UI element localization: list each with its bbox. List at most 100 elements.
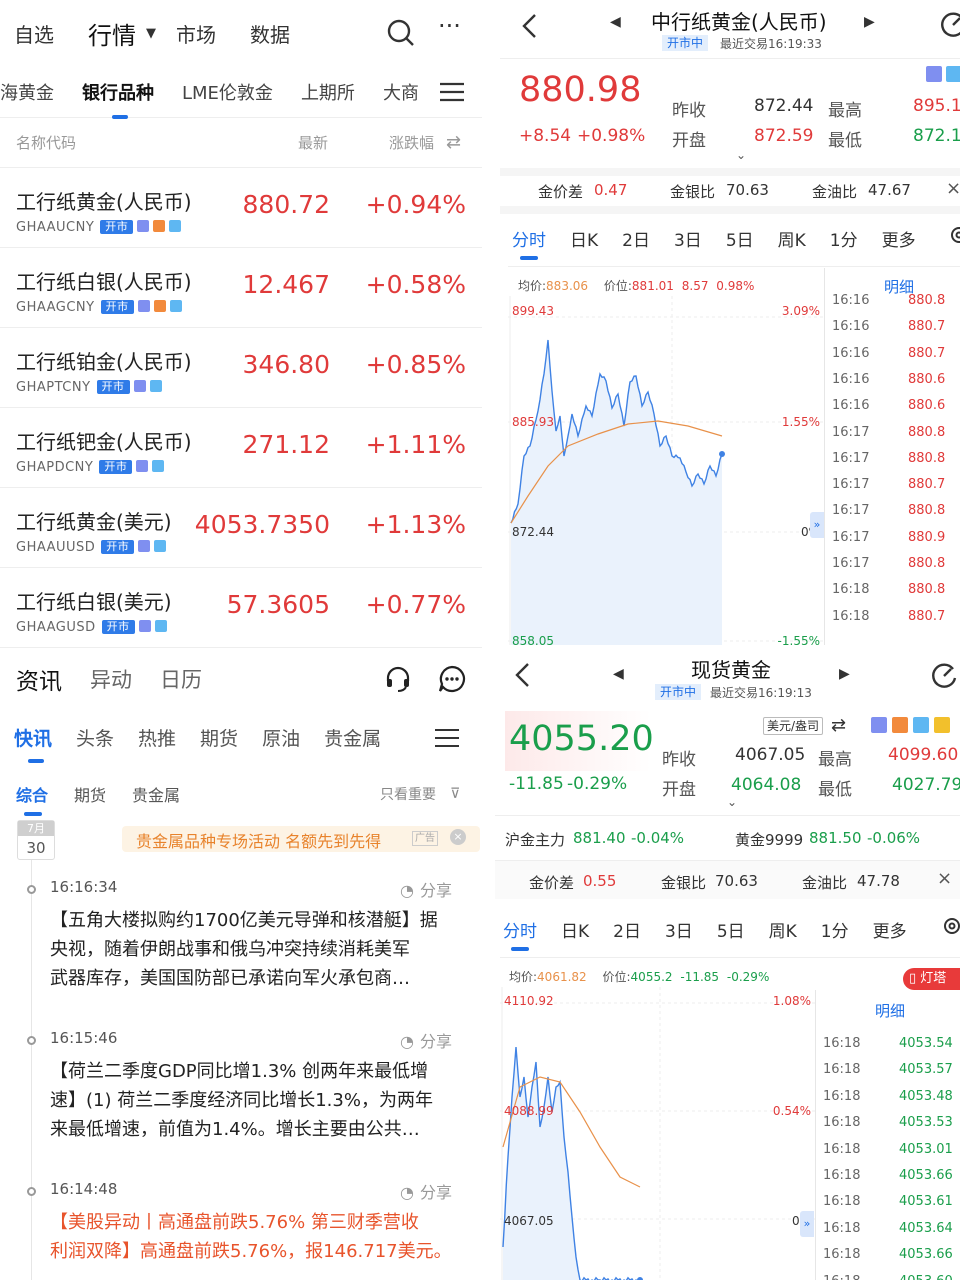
tab-movers[interactable]: 异动 (90, 664, 132, 694)
sub-tab[interactable]: 期货 (74, 782, 106, 806)
news-body[interactable]: 【荷兰二季度GDP同比增1.3% 创两年来最低增 速】(1) 荷兰二季度经济同比增… (50, 1057, 460, 1144)
quote-row[interactable]: 工行纸黄金(人民币) GHAAUCNY 开市 880.72 +0.94% (0, 168, 482, 248)
flash-tab[interactable]: 期货 (200, 724, 238, 751)
quote-row[interactable]: 工行纸钯金(人民币) GHAPDCNY 开市 271.12 +1.11% (0, 408, 482, 488)
expand-side-icon[interactable]: » (810, 512, 824, 538)
related-label[interactable]: 沪金主力 (505, 829, 565, 850)
cat-tab[interactable]: 海黄金 (0, 79, 54, 105)
col-latest[interactable]: 最新 (298, 132, 328, 153)
flash-tab-active[interactable]: 快讯 (14, 724, 52, 763)
important-only-toggle[interactable]: 只看重要 (380, 784, 436, 804)
chart-tab[interactable]: 1分 (830, 226, 858, 251)
expand-side-icon[interactable]: » (800, 1211, 814, 1237)
chart-tab[interactable]: 3日 (665, 917, 693, 942)
next-icon[interactable]: ▶ (864, 14, 875, 30)
cat-tab[interactable]: 大商 (383, 79, 419, 105)
col-change[interactable]: 涨跌幅 (389, 132, 434, 153)
intraday-chart[interactable]: 899.433.09%885.931.55%872.440%858.05-1.5… (508, 296, 824, 645)
cat-tab[interactable]: 上期所 (301, 79, 355, 105)
flash-tab[interactable]: 原油 (262, 724, 300, 751)
chart-tab[interactable]: 2日 (613, 917, 641, 942)
indicator-icon[interactable] (871, 717, 887, 733)
chart-tab[interactable]: 周K (778, 226, 806, 251)
quote-row[interactable]: 工行纸白银(人民币) GHAAGCNY 开市 12.467 +0.58% (0, 248, 482, 328)
swap-icon[interactable]: ⇄ (446, 132, 461, 153)
sub-tab-active[interactable]: 综合 (16, 782, 48, 816)
chart-tab[interactable]: 5日 (726, 226, 754, 251)
intraday-chart[interactable]: 4110.921.08%4088.990.54%4067.050% (500, 987, 815, 1280)
menu-icon[interactable] (438, 80, 466, 104)
sub-tab[interactable]: 贵金属 (132, 782, 180, 806)
detail-title[interactable]: 明细 (875, 1000, 905, 1021)
chart-tab-active[interactable]: 分时 (512, 226, 546, 260)
expand-icon[interactable]: ⌄ (727, 795, 737, 809)
expand-icon[interactable]: ⌄ (736, 148, 746, 162)
chart-tab[interactable]: 2日 (622, 226, 650, 251)
search-icon[interactable] (386, 18, 416, 48)
quote-row[interactable]: 工行纸黄金(美元) GHAAUUSD 开市 4053.7350 +1.13% (0, 488, 482, 568)
filter-icon[interactable]: ⊽ (450, 786, 460, 802)
unit-selector[interactable]: 美元/盎司 (763, 717, 824, 735)
flash-tab[interactable]: 头条 (76, 724, 114, 751)
related-label[interactable]: 黄金9999 (735, 829, 803, 850)
detail-price: 4053.66 (899, 1247, 953, 1263)
chart-tab[interactable]: 5日 (717, 917, 745, 942)
close-icon[interactable]: × (946, 178, 960, 199)
chart-tab[interactable]: 周K (769, 917, 797, 942)
tab-calendar[interactable]: 日历 (160, 664, 202, 694)
quote-row[interactable]: 工行纸铂金(人民币) GHAPTCNY 开市 346.80 +0.85% (0, 328, 482, 408)
promo-banner[interactable]: 贵金属品种专场活动 名额先到先得 广告 × (122, 826, 480, 852)
nav-data[interactable]: 数据 (250, 19, 290, 48)
chart-tab-active[interactable]: 分时 (503, 917, 537, 951)
market-open-tag: 开市 (100, 300, 134, 314)
chart-tab[interactable]: 更多 (882, 226, 916, 251)
nav-quotes[interactable]: 行情 (88, 16, 136, 51)
indicator-icon[interactable] (934, 717, 950, 733)
chart-tab[interactable]: 日K (561, 917, 589, 942)
nav-quotes-dropdown-icon[interactable]: ▼ (146, 26, 156, 41)
flash-tab[interactable]: 热推 (138, 724, 176, 751)
detail-list: 16:18 4053.54 16:18 4053.57 16:18 4053.48 16:1… (817, 1031, 960, 1280)
news-body[interactable]: 【五角大楼拟购约1700亿美元导弹和核潜艇】据 央视，随着伊朗战事和俄乌冲突持续消… (50, 906, 460, 993)
chart-tab[interactable]: 更多 (873, 917, 907, 942)
quote-list: 工行纸黄金(人民币) GHAAUCNY 开市 880.72 +0.94% 工行纸白银(人民… (0, 168, 482, 648)
refresh-icon[interactable] (938, 10, 960, 40)
settings-icon[interactable] (941, 915, 960, 937)
back-icon[interactable] (513, 662, 533, 688)
news-body[interactable]: 【美股异动丨高通盘前跌5.76% 第三财季营收 利润双降】高通盘前跌5.76%，报… (50, 1208, 460, 1266)
swap-icon[interactable]: ⇄ (831, 715, 846, 736)
refresh-icon[interactable] (929, 661, 959, 691)
indicator-icon[interactable] (892, 717, 908, 733)
headset-icon[interactable] (384, 665, 412, 693)
cat-tab-active[interactable]: 银行品种 (82, 79, 154, 119)
flash-tab[interactable]: 贵金属 (324, 724, 381, 751)
indicator-icon[interactable] (913, 717, 929, 733)
cat-tab[interactable]: LME伦敦金 (182, 79, 273, 105)
share-button[interactable]: ◔ 分享 (400, 1179, 452, 1203)
share-button[interactable]: ◔ 分享 (400, 877, 452, 901)
latest-price: 57.3605 (226, 590, 330, 619)
detail-list: 16:16 880.8 16:16 880.7 16:16 880.7 16:16 880.6… (826, 288, 960, 645)
stat-value: 4027.79 (892, 775, 960, 795)
quote-row[interactable]: 工行纸白银(美元) GHAAGUSD 开市 57.3605 +0.77% (0, 568, 482, 648)
more-icon[interactable]: ··· (438, 12, 461, 40)
share-button[interactable]: ◔ 分享 (400, 1028, 452, 1052)
nav-market[interactable]: 市场 (176, 19, 216, 48)
indicator-icon[interactable] (946, 66, 960, 82)
nav-watchlist[interactable]: 自选 (14, 19, 54, 48)
next-icon[interactable]: ▶ (839, 666, 850, 682)
close-icon[interactable]: × (937, 868, 952, 889)
chart-tab[interactable]: 日K (570, 226, 598, 251)
prev-icon[interactable]: ◀ (613, 666, 624, 682)
prev-icon[interactable]: ◀ (610, 14, 621, 30)
menu-icon[interactable] (434, 727, 460, 749)
lighthouse-button[interactable]: ▯ 灯塔 (903, 968, 960, 990)
indicator-icon[interactable] (926, 66, 942, 82)
tab-news[interactable]: 资讯 (16, 662, 62, 696)
close-icon[interactable]: × (450, 829, 466, 845)
chat-icon[interactable] (438, 665, 466, 693)
settings-icon[interactable] (948, 224, 960, 246)
back-icon[interactable] (520, 13, 540, 39)
chart-tab[interactable]: 1分 (821, 917, 849, 942)
chart-tab[interactable]: 3日 (674, 226, 702, 251)
